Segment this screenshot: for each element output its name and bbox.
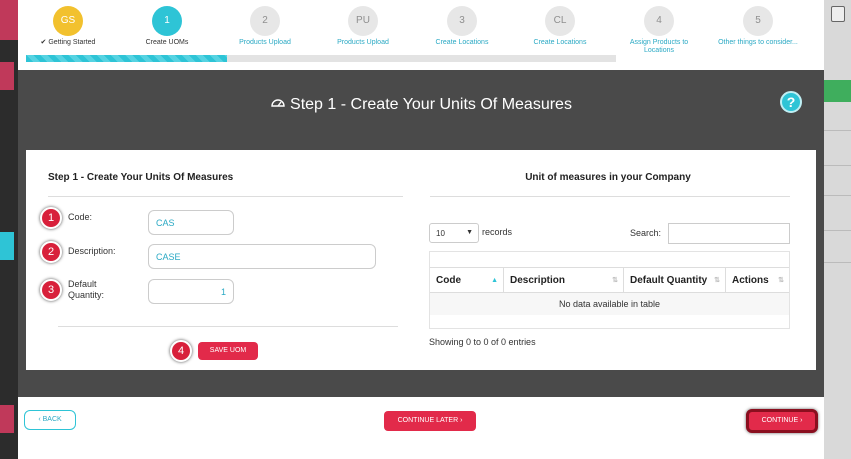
column-header-code[interactable]: Code ▲ [430, 268, 504, 293]
column-header-actions[interactable]: Actions ⇅ [726, 268, 789, 293]
step-badge: 2 [250, 6, 280, 36]
help-icon[interactable]: ? [780, 91, 802, 113]
continue-later-button[interactable]: CONTINUE LATER › [384, 411, 476, 431]
background-row-line [823, 230, 851, 231]
step-label: Create UOMs [145, 39, 189, 46]
background-row-line [823, 130, 851, 131]
column-header-text: Actions [732, 275, 769, 286]
column-header-default-quantity[interactable]: Default Quantity ⇅ [624, 268, 726, 293]
caret-down-icon: ▼ [466, 229, 473, 236]
back-button[interactable]: ‹ BACK [24, 410, 76, 430]
step-title-text: Step 1 - Create Your Units Of Measures [290, 96, 572, 113]
background-sidebar [0, 0, 18, 459]
wizard-step-create-locations[interactable]: 3 Create Locations [417, 6, 507, 47]
content-card: Step 1 - Create Your Units Of Measures U… [26, 150, 816, 370]
wizard-step-cl[interactable]: CL Create Locations [515, 6, 605, 47]
background-right-panel [823, 0, 851, 459]
scale-icon [271, 99, 285, 107]
step-badge: 4 [644, 6, 674, 36]
step-label: Products Upload [239, 39, 291, 46]
wizard-step-products-upload[interactable]: 2 Products Upload [220, 6, 310, 47]
sort-icon: ⇅ [778, 277, 784, 284]
divider [430, 196, 790, 197]
label-line: Default [68, 279, 97, 289]
background-nav-icon [0, 405, 14, 433]
sort-asc-icon: ▲ [491, 277, 498, 284]
description-label: Description: [68, 246, 116, 256]
check-icon: ✔ [40, 39, 47, 46]
step-label: Other things to consider... [718, 39, 798, 46]
empty-table-message: No data available in table [430, 293, 789, 315]
search-label: Search: [630, 228, 662, 238]
save-uom-button[interactable]: SAVE UOM [198, 342, 258, 360]
column-header-text: Default Quantity [630, 275, 708, 286]
step-marker-4: 4 [170, 340, 192, 362]
code-label: Code: [68, 212, 93, 222]
column-header-text: Description [510, 275, 566, 286]
table-title: Unit of measures in your Company [525, 172, 691, 183]
step-badge: 5 [743, 6, 773, 36]
background-row-line [823, 262, 851, 263]
step-title: Step 1 - Create Your Units Of Measures [18, 96, 824, 114]
step-badge: 1 [152, 6, 182, 36]
background-row-line [823, 165, 851, 166]
wizard-step-getting-started[interactable]: GS ✔ Getting Started [23, 6, 113, 47]
uom-table: Code ▲ Description ⇅ Default Quantity ⇅ Act… [429, 251, 790, 329]
step-marker-3: 3 [40, 279, 62, 301]
sort-icon: ⇅ [612, 277, 618, 284]
continue-button[interactable]: CONTINUE › [746, 409, 818, 433]
background-row-line [823, 195, 851, 196]
step-marker-2: 2 [40, 241, 62, 263]
sort-icon: ⇅ [714, 277, 720, 284]
description-input[interactable]: CASE [148, 244, 376, 269]
wizard-step-pu[interactable]: PU Products Upload [318, 6, 408, 47]
wizard-step-other-things[interactable]: 5 Other things to consider... [713, 6, 803, 47]
wizard-steps: GS ✔ Getting Started 1 Create UOMs 2 Pro… [18, 0, 824, 70]
table-info: Showing 0 to 0 of 0 entries [429, 337, 536, 347]
step-badge: 3 [447, 6, 477, 36]
divider [48, 196, 403, 197]
page-size-value: 10 [436, 229, 445, 238]
default-quantity-input[interactable]: 1 [148, 279, 234, 304]
step-badge: CL [545, 6, 575, 36]
background-nav-icon [0, 232, 14, 260]
wizard-step-create-uoms[interactable]: 1 Create UOMs [122, 6, 212, 47]
wizard-footer: ‹ BACK CONTINUE LATER › CONTINUE › [18, 397, 824, 459]
background-status-badge [823, 80, 851, 102]
step-label: Create Locations [533, 39, 587, 46]
column-header-description[interactable]: Description ⇅ [504, 268, 624, 293]
step-label: Create Locations [435, 39, 489, 46]
column-header-text: Code [436, 275, 461, 286]
form-title: Step 1 - Create Your Units Of Measures [48, 172, 234, 183]
background-logo [0, 0, 18, 40]
label-line: Quantity: [68, 290, 105, 300]
step-label: Products Upload [337, 39, 389, 46]
step-badge: GS [53, 6, 83, 36]
default-quantity-label: Default Quantity: [68, 279, 104, 301]
divider [58, 326, 398, 327]
wizard-progress-bar [26, 55, 616, 62]
setup-wizard-modal: GS ✔ Getting Started 1 Create UOMs 2 Pro… [18, 0, 824, 459]
step-label: Assign Products to Locations [629, 39, 689, 54]
search-input[interactable] [668, 223, 790, 244]
step-badge: PU [348, 6, 378, 36]
step-marker-1: 1 [40, 207, 62, 229]
page-size-select[interactable]: 10 ▼ [429, 223, 479, 243]
step-label-text: Getting Started [48, 39, 96, 46]
progress-fill [26, 55, 227, 62]
wizard-step-assign-products[interactable]: 4 Assign Products to Locations [614, 6, 704, 55]
background-nav-icon [0, 62, 14, 90]
background-clipboard-icon [831, 6, 845, 22]
step-label: ✔ Getting Started [23, 39, 113, 47]
code-input[interactable]: CAS [148, 210, 234, 235]
table-header: Code ▲ Description ⇅ Default Quantity ⇅ Act… [430, 267, 789, 293]
records-label: records [482, 227, 513, 237]
